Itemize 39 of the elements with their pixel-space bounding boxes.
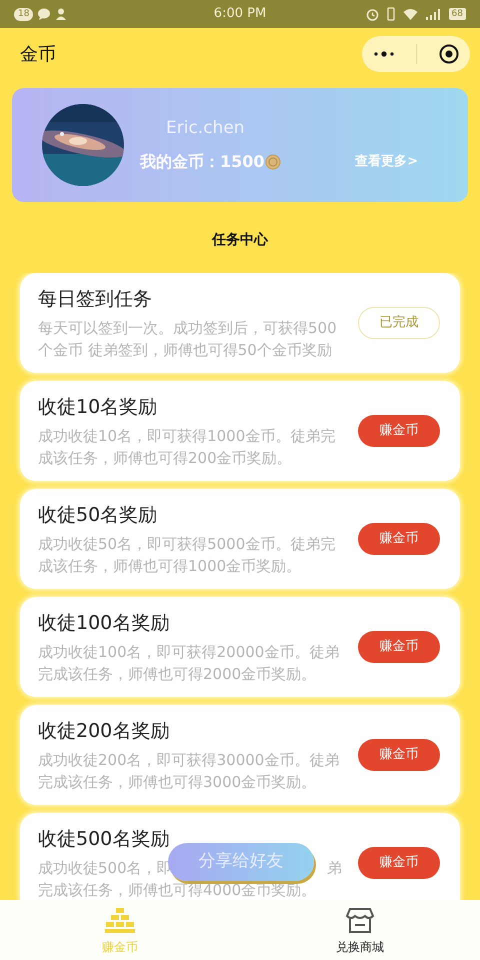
page-title: 金币 (20, 42, 56, 66)
close-button[interactable] (439, 44, 460, 64)
more-button[interactable] (372, 50, 395, 58)
section-title: 任务中心 (210, 230, 270, 250)
task-title: 每日签到任务 (38, 287, 153, 312)
target-icon (439, 44, 460, 64)
notification-count: 18 (14, 8, 34, 20)
task-title: 收徒500名奖励 (38, 827, 170, 852)
earn-coins-button[interactable]: 赚金币 (358, 523, 440, 555)
task-description: 成功收徒200名，即可获得30000金币。徒弟完成该任务，师傅也可得3000金币奖励。 (38, 750, 340, 793)
more-icon (372, 50, 395, 58)
user-name: Eric.chen (166, 117, 246, 140)
task-title: 收徒200名奖励 (38, 719, 170, 744)
earn-coins-button[interactable]: 赚金币 (358, 631, 440, 663)
tab-item[interactable]: 兑换商城 (240, 900, 480, 960)
earn-coins-button[interactable]: 赚金币 (358, 415, 440, 447)
signal-icon (426, 8, 441, 20)
ingot-stack-icon (105, 906, 135, 934)
person-icon (55, 8, 68, 20)
task-description: 每天可以签到一次。成功签到后，可获得500个金币 徒弟签到，师傅也可得50个金币奖励 (38, 318, 338, 361)
status-time: 6:00 PM (212, 5, 268, 24)
task-title: 收徒10名奖励 (38, 395, 158, 420)
task-description: 成功收徒10名，即可获得1000金币。徒弟完成该任务，师傅也可得200金币奖励。 (38, 426, 336, 469)
alarm-icon (366, 8, 379, 20)
chat-bubble-icon (37, 8, 52, 20)
task-description: 成功收徒50名，即可获得5000金币。徒弟完成该任务，师傅也可得1000金币奖励。 (38, 534, 336, 577)
vibrate-icon (386, 7, 395, 21)
coin-icon (264, 154, 281, 170)
task-title: 收徒100名奖励 (38, 611, 170, 636)
earn-coins-button[interactable]: 赚金币 (358, 847, 440, 879)
coin-balance: 我的金币：1500 (140, 150, 265, 173)
completed-button: 已完成 (358, 307, 440, 339)
task-description: 弟 (327, 858, 342, 879)
earn-coins-button[interactable]: 赚金币 (358, 739, 440, 771)
battery-level: 68 (448, 8, 466, 20)
wifi-icon (402, 8, 418, 20)
task-description: 成功收徒100名，即可获得20000金币。徒弟完成该任务，师傅也可得2000金币奖励。 (38, 642, 340, 685)
store-icon (345, 906, 375, 934)
task-title: 收徒50名奖励 (38, 503, 158, 528)
